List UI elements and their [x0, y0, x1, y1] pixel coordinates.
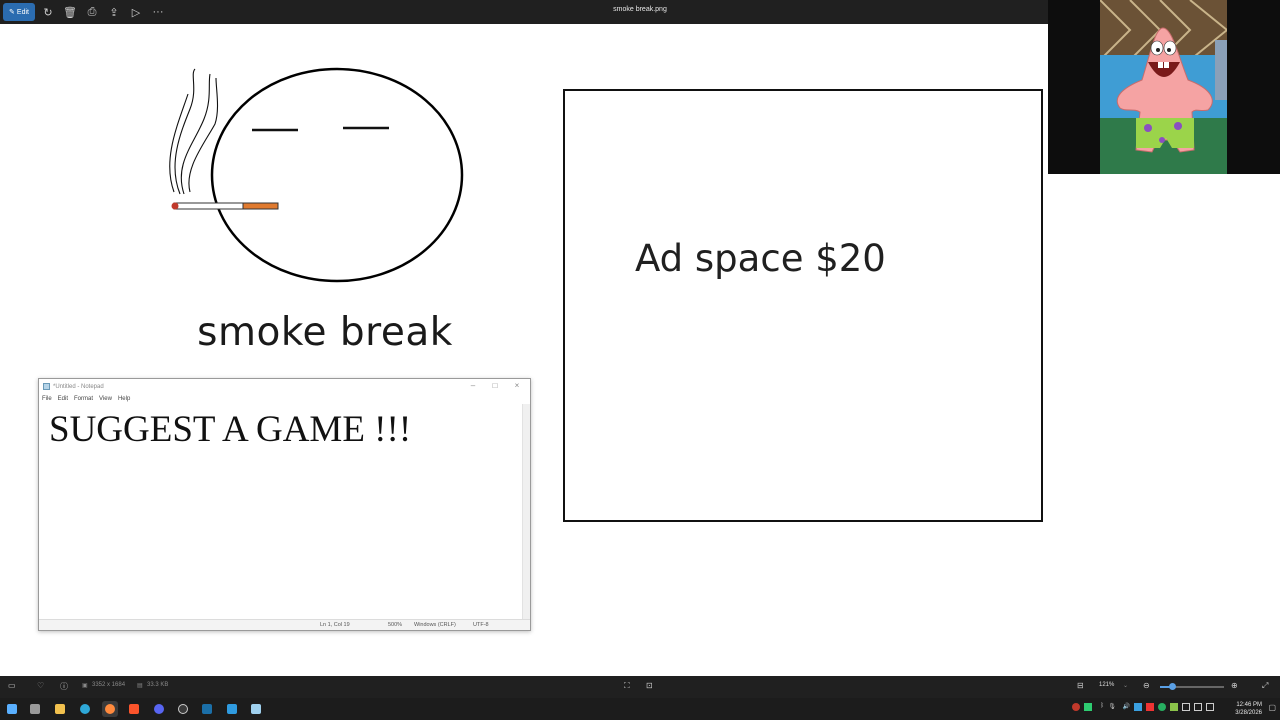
- fullscreen-icon[interactable]: ⤢: [1262, 681, 1268, 691]
- zoom-out-icon[interactable]: ⊖: [1143, 681, 1150, 690]
- image-canvas-right: [1048, 174, 1280, 676]
- menu-file[interactable]: File: [42, 396, 52, 402]
- tray-app-icon[interactable]: [1170, 703, 1178, 711]
- notepad-icon[interactable]: [248, 701, 264, 717]
- volume-icon[interactable]: 🔊: [1123, 703, 1130, 710]
- info-icon[interactable]: ⓘ: [60, 681, 68, 692]
- photos-app-window: ✎ Edit ↻ 🗑 ⎙ ⇪ ▷ ··· smoke break.png smo…: [0, 0, 1280, 720]
- clock-time: 12:46 PM: [1236, 702, 1262, 708]
- obs-icon[interactable]: [175, 701, 191, 717]
- firefox-icon[interactable]: [102, 701, 118, 717]
- close-icon[interactable]: ×: [508, 381, 526, 390]
- cartoon-character-image: [1100, 0, 1227, 174]
- photos-statusbar: ▭ ♡ ⓘ ▣ 3352 x 1684 ▤ 33.3 KB ⛶ ⊡ ⊟ 121%…: [0, 676, 1280, 698]
- webcam-overlay: [1048, 0, 1280, 174]
- discord-icon[interactable]: [151, 701, 167, 717]
- tray-app-icon[interactable]: [1072, 703, 1080, 711]
- fit-icon[interactable]: ⛶: [624, 681, 630, 691]
- clock-date: 3/28/2026: [1235, 710, 1262, 716]
- bluetooth-icon[interactable]: ᛒ: [1100, 703, 1104, 709]
- tray-app-icon[interactable]: [1182, 703, 1190, 711]
- notepad-titlebar[interactable]: *Untitled - Notepad – □ ×: [39, 379, 530, 394]
- menu-help[interactable]: Help: [118, 396, 130, 402]
- tray-app-icon[interactable]: [1146, 703, 1154, 711]
- tray-app-icon[interactable]: [1084, 703, 1092, 711]
- image-caption: smoke break: [197, 310, 453, 355]
- maximize-icon[interactable]: □: [486, 381, 504, 390]
- chevron-down-icon[interactable]: ⌄: [1123, 682, 1128, 689]
- start-icon[interactable]: [4, 701, 20, 717]
- menu-edit[interactable]: Edit: [58, 396, 68, 402]
- menu-view[interactable]: View: [99, 396, 112, 402]
- file-size: 33.3 KB: [147, 682, 169, 688]
- zoom-level[interactable]: 121%: [1099, 682, 1114, 688]
- taskbar-clock[interactable]: 12:46 PM 3/28/2026: [1235, 701, 1262, 717]
- zoom-slider[interactable]: [1160, 683, 1224, 690]
- notepad-icon: [43, 383, 50, 390]
- filmstrip-icon[interactable]: ▭: [8, 681, 16, 690]
- network-icon[interactable]: [1194, 703, 1202, 711]
- windows-taskbar: ᛒ 🎙 🔊 12:46 PM 3/28/2026 ▢: [0, 698, 1280, 720]
- notepad-zoom: 500%: [388, 622, 403, 628]
- brave-icon[interactable]: [126, 701, 142, 717]
- line-ending: Windows (CRLF): [414, 622, 456, 628]
- zoom-in-icon[interactable]: ⊕: [1231, 681, 1238, 690]
- image-dimensions: 3352 x 1684: [92, 682, 126, 688]
- file-explorer-icon[interactable]: [52, 701, 68, 717]
- notepad-window[interactable]: *Untitled - Notepad – □ × File Edit Form…: [38, 378, 531, 631]
- encoding: UTF-8: [473, 622, 489, 628]
- minimize-icon[interactable]: –: [464, 381, 482, 390]
- cursor-position: Ln 1, Col 19: [320, 622, 350, 628]
- smoking-face-drawing: [169, 67, 464, 283]
- notepad-scrollbar[interactable]: [522, 404, 530, 619]
- notepad-text-area[interactable]: SUGGEST A GAME !!!: [39, 404, 523, 619]
- tray-app-icon[interactable]: [1206, 703, 1214, 711]
- crop-view-icon[interactable]: ⊟: [1077, 681, 1084, 690]
- zoom-slider-knob[interactable]: [1169, 683, 1177, 690]
- ad-space-box: Ad space $20: [563, 89, 1043, 522]
- steam-icon[interactable]: [199, 701, 215, 717]
- notepad-title: *Untitled - Notepad: [53, 383, 104, 390]
- notepad-menubar: File Edit Format View Help: [39, 394, 530, 404]
- vscode-icon[interactable]: [224, 701, 240, 717]
- actual-size-icon[interactable]: ⊡: [646, 681, 653, 690]
- menu-format[interactable]: Format: [74, 396, 93, 402]
- edge-icon[interactable]: [77, 701, 93, 717]
- notifications-icon[interactable]: ▢: [1268, 703, 1276, 712]
- dimensions-icon: ▣: [82, 683, 88, 689]
- microphone-icon[interactable]: 🎙: [1108, 703, 1116, 710]
- file-size-icon: ▤: [137, 683, 143, 689]
- tray-app-icon[interactable]: [1158, 703, 1166, 711]
- task-view-icon[interactable]: [27, 701, 43, 717]
- favorite-icon[interactable]: ♡: [37, 681, 44, 690]
- notepad-statusbar: Ln 1, Col 19 500% Windows (CRLF) UTF-8: [39, 619, 530, 630]
- tray-app-icon[interactable]: [1134, 703, 1142, 711]
- ad-space-text: Ad space $20: [635, 237, 886, 280]
